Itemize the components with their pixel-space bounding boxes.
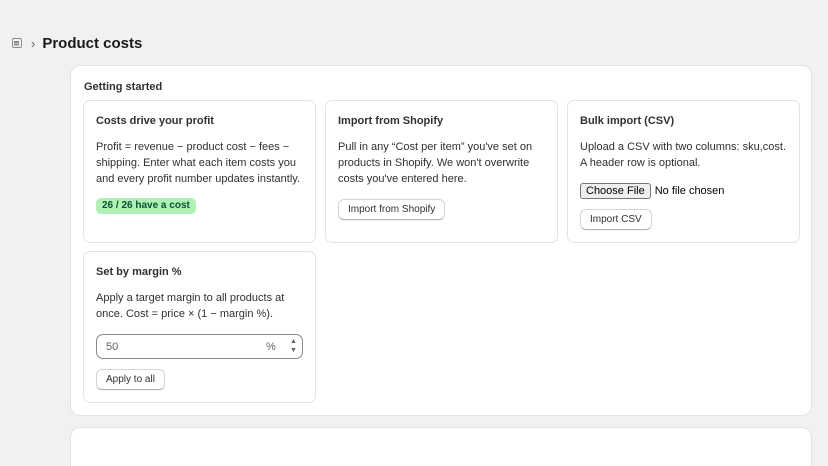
stepper-down-icon[interactable]: ▼	[290, 347, 297, 355]
csv-file-input: Choose File No file chosen	[580, 183, 724, 199]
getting-started-panel: Getting started Costs drive your profit …	[70, 65, 812, 416]
page-header: › Product costs	[12, 33, 142, 53]
apply-to-all-button[interactable]: Apply to all	[96, 369, 165, 390]
margin-percent-input[interactable]: 50 % ▲ ▼	[96, 334, 303, 359]
import-from-shopify-button[interactable]: Import from Shopify	[338, 199, 446, 220]
cost-coverage-badge: 26 / 26 have a cost	[96, 198, 196, 214]
shopify-card-line-1: Pull in any “Cost per item” you've set o…	[338, 141, 533, 153]
number-stepper[interactable]: ▲ ▼	[289, 338, 298, 355]
page-icon[interactable]	[12, 38, 22, 48]
breadcrumb-separator-icon: ›	[31, 35, 36, 51]
getting-started-title: Getting started	[84, 81, 163, 93]
margin-card-title: Set by margin %	[96, 266, 182, 278]
margin-input-value: 50	[106, 341, 119, 353]
shopify-card-line-2: products in Shopify. We won't overwrite	[338, 157, 530, 169]
margin-card-line-1: Apply a target margin to all products at	[96, 292, 285, 304]
next-panel	[70, 427, 812, 466]
profit-card-line-1: Profit = revenue − product cost − fees −	[96, 141, 290, 153]
margin-card: Set by margin % Apply a target margin to…	[83, 251, 316, 403]
stepper-up-icon[interactable]: ▲	[290, 338, 297, 346]
profit-card-line-2: shipping. Enter what each item costs you	[96, 157, 296, 169]
margin-input-suffix: %	[266, 341, 276, 353]
shopify-import-card: Import from Shopify Pull in any “Cost pe…	[325, 100, 558, 243]
shopify-card-title: Import from Shopify	[338, 115, 444, 127]
bulk-import-card: Bulk import (CSV) Upload a CSV with two …	[567, 100, 800, 243]
shopify-card-line-3: costs you've entered here.	[338, 173, 467, 185]
margin-card-line-2: once. Cost = price × (1 − margin %).	[96, 308, 273, 320]
bulk-card-line-2: A header row is optional.	[580, 157, 701, 169]
import-csv-button[interactable]: Import CSV	[580, 209, 652, 230]
file-status-text: No file chosen	[654, 185, 725, 197]
choose-file-button[interactable]: Choose File	[580, 183, 651, 199]
bulk-card-line-1: Upload a CSV with two columns: sku,cost.	[580, 141, 787, 153]
profit-card-title: Costs drive your profit	[96, 115, 214, 127]
bulk-card-title: Bulk import (CSV)	[580, 115, 675, 127]
page-title: Product costs	[42, 34, 143, 52]
profit-card: Costs drive your profit Profit = revenue…	[83, 100, 316, 243]
profit-card-line-3: and every profit number updates instantl…	[96, 173, 301, 185]
